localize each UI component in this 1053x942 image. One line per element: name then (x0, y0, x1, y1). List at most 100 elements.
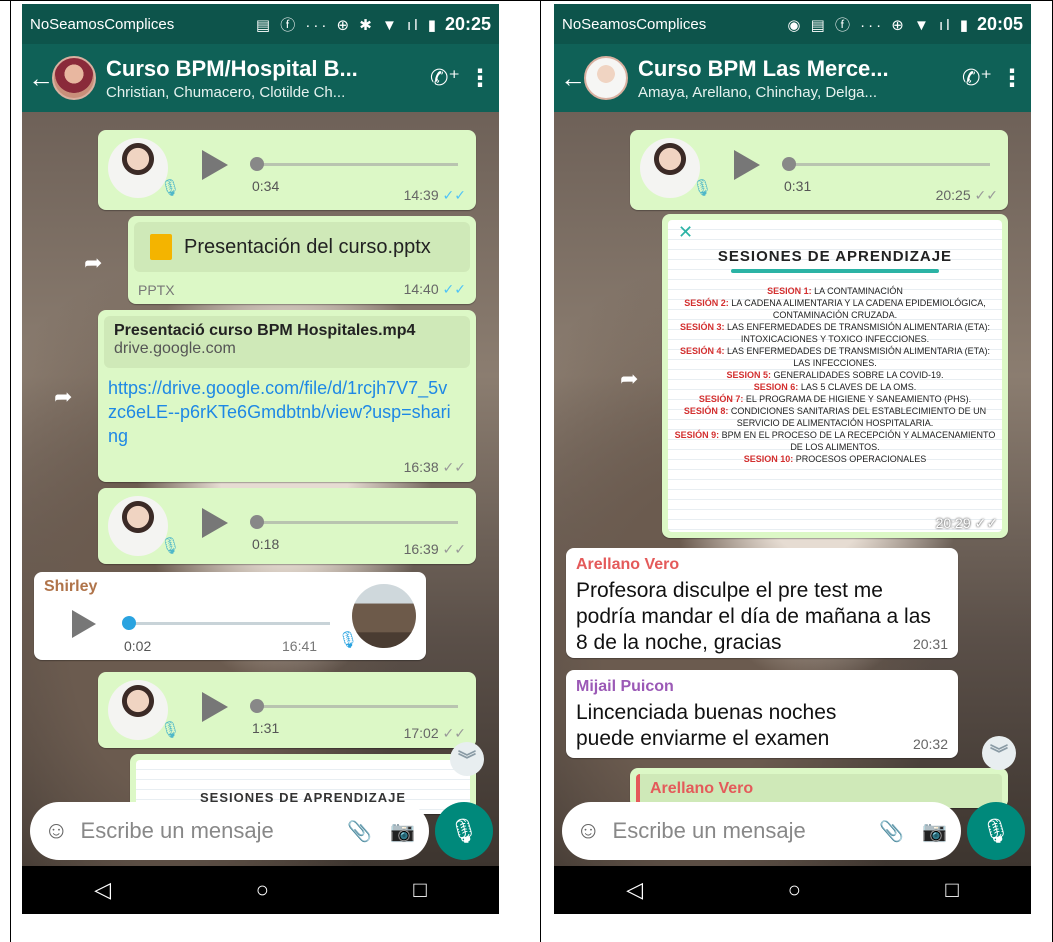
scroll-down-icon[interactable]: ︾ (450, 742, 484, 776)
audio-scrubber[interactable] (122, 616, 136, 630)
file-message[interactable]: Presentación del curso.pptx PPTX 14:40 ✓… (128, 216, 476, 304)
audio-scrubber[interactable] (250, 515, 264, 529)
mic-button[interactable]: 🎙 (435, 802, 493, 860)
audio-scrubber[interactable] (782, 157, 796, 171)
audio-duration: 0:31 (784, 178, 812, 194)
session-text: LA CONTAMINACIÓN (814, 286, 903, 296)
session-item: SESIÓN 3: LAS ENFERMEDADES DE TRANSMISIÓ… (674, 321, 996, 345)
sender-name: Shirley (44, 578, 98, 595)
delivered-ticks-icon: ✓✓ (442, 725, 466, 741)
audio-track[interactable] (252, 705, 458, 708)
forward-icon[interactable]: ➦ (84, 250, 102, 276)
scroll-down-icon[interactable]: ︾ (982, 736, 1016, 770)
chat-area[interactable]: 🎙 0:31 20:25 ✓✓ ➦ ✕ SESIONES DE APRENDIZ… (554, 112, 1031, 866)
group-avatar[interactable] (584, 56, 628, 100)
add-call-icon[interactable]: ✆⁺ (955, 65, 999, 91)
chat-title-block[interactable]: Curso BPM/Hospital B... Christian, Chuma… (106, 56, 423, 101)
more-options-icon[interactable]: ⋮ (999, 64, 1025, 93)
voice-message[interactable]: 🎙 1:31 17:02 ✓✓ (98, 672, 476, 748)
carrier-label: NoSeamosComplices (30, 15, 175, 33)
file-card[interactable]: Presentación del curso.pptx (134, 222, 470, 272)
message-placeholder: Escribe un mensaje (612, 818, 806, 843)
status-bar: NoSeamosComplices ◉ ▤ ⓕ ··· ⊕ ▼ ıl ▮ 20:… (554, 4, 1031, 44)
back-arrow-icon[interactable]: ← (28, 63, 54, 94)
mic-icon: 🎙 (160, 722, 181, 739)
home-nav-icon[interactable]: ○ (256, 877, 269, 903)
session-label: SESIÓN 3: (679, 322, 727, 332)
camera-icon[interactable]: 📷 (922, 819, 947, 844)
mic-icon: 🎙 (980, 817, 1012, 845)
sender-avatar (108, 680, 168, 740)
sender-avatar (108, 496, 168, 556)
session-item: SESION 10: PROCESOS OPERACIONALES (674, 453, 996, 465)
message-input[interactable]: ☺ Escribe un mensaje 📎 📷 (30, 802, 429, 860)
chat-title-block[interactable]: Curso BPM Las Merce... Amaya, Arellano, … (638, 56, 955, 101)
status-icons: ◉ ▤ ⓕ ··· ⊕ ▼ ıl ▮ (787, 16, 971, 34)
session-item: SESION 6: LAS 5 CLAVES DE LA OMS. (674, 381, 996, 393)
session-label: SESION 1: (767, 286, 815, 296)
recents-nav-icon[interactable]: □ (945, 877, 958, 903)
message-time: 17:02 ✓✓ (403, 725, 466, 741)
play-icon[interactable] (202, 508, 228, 538)
incoming-text-message[interactable]: Mijail Puicon Lincenciada buenas noches … (566, 670, 958, 758)
group-avatar[interactable] (52, 56, 96, 100)
forward-icon[interactable]: ➦ (620, 366, 638, 392)
message-input[interactable]: ☺ Escribe un mensaje 📎 📷 (562, 802, 961, 860)
message-text: Lincenciada buenas noches puede enviarme… (576, 701, 837, 750)
emoji-icon[interactable]: ☺ (576, 817, 601, 845)
session-text: PROCESOS OPERACIONALES (795, 454, 927, 464)
more-options-icon[interactable]: ⋮ (467, 64, 493, 93)
back-nav-icon[interactable]: ◁ (94, 877, 111, 903)
link-message[interactable]: Presentació curso BPM Hospitales.mp4 dri… (98, 310, 476, 482)
session-text: BPM EN EL PROCESO DE LA RECEPCIÓN Y ALMA… (721, 430, 996, 452)
voice-message[interactable]: 🎙 0:34 14:39 ✓✓ (98, 130, 476, 210)
title-underline (731, 269, 939, 273)
image-message[interactable]: ✕ SESIONES DE APRENDIZAJE SESION 1: LA C… (662, 214, 1008, 538)
audio-track[interactable] (252, 521, 458, 524)
back-arrow-icon[interactable]: ← (560, 63, 586, 94)
link-url[interactable]: https://drive.google.com/file/d/1rcjh7V7… (108, 376, 452, 448)
mic-icon: 🎙 (160, 180, 181, 197)
session-item: SESIÓN 4: LAS ENFERMEDADES DE TRANSMISIÓ… (674, 345, 996, 369)
message-time: 14:40 ✓✓ (403, 281, 466, 297)
back-nav-icon[interactable]: ◁ (626, 877, 643, 903)
session-label: SESION 10: (743, 454, 796, 464)
session-list: SESION 1: LA CONTAMINACIÓN SESIÓN 2: LA C… (668, 285, 1002, 465)
home-nav-icon[interactable]: ○ (788, 877, 801, 903)
frame-border-top (0, 0, 1053, 1)
sender-avatar (640, 138, 700, 198)
session-label: SESIÓN 8: (683, 406, 731, 416)
audio-track[interactable] (252, 163, 458, 166)
audio-track[interactable] (124, 622, 330, 625)
add-call-icon[interactable]: ✆⁺ (423, 65, 467, 91)
play-icon[interactable] (734, 150, 760, 180)
audio-duration: 0:02 (124, 638, 152, 654)
incoming-voice-message[interactable]: Shirley 0:02 16:41 🎙 (34, 572, 426, 660)
file-name: Presentación del curso.pptx (184, 235, 431, 258)
voice-message[interactable]: 🎙 0:18 16:39 ✓✓ (98, 488, 476, 564)
play-icon[interactable] (202, 692, 228, 722)
document-image[interactable]: ✕ SESIONES DE APRENDIZAJE SESION 1: LA C… (668, 220, 1002, 532)
session-item: SESIÓN 9: BPM EN EL PROCESO DE LA RECEPC… (674, 429, 996, 453)
camera-icon[interactable]: 📷 (390, 819, 415, 844)
link-preview[interactable]: Presentació curso BPM Hospitales.mp4 dri… (104, 316, 470, 368)
emoji-icon[interactable]: ☺ (44, 817, 69, 845)
voice-message[interactable]: 🎙 0:31 20:25 ✓✓ (630, 130, 1008, 210)
play-icon[interactable] (72, 610, 96, 638)
sender-name: Arellano Vero (576, 556, 680, 573)
message-time: 20:29 ✓✓ (935, 515, 998, 531)
incoming-text-message[interactable]: Arellano Vero Profesora disculpe el pre … (566, 548, 958, 658)
mic-button[interactable]: 🎙 (967, 802, 1025, 860)
delivered-ticks-icon: ✓✓ (974, 187, 998, 203)
attach-icon[interactable]: 📎 (347, 819, 372, 844)
play-icon[interactable] (202, 150, 228, 180)
nav-bar: ◁ ○ □ (554, 866, 1031, 914)
audio-scrubber[interactable] (250, 699, 264, 713)
attach-icon[interactable]: 📎 (879, 819, 904, 844)
audio-scrubber[interactable] (250, 157, 264, 171)
forward-icon[interactable]: ➦ (54, 384, 72, 410)
audio-track[interactable] (784, 163, 990, 166)
session-label: SESION 6: (753, 382, 801, 392)
recents-nav-icon[interactable]: □ (413, 877, 426, 903)
chat-area[interactable]: 🎙 0:34 14:39 ✓✓ ➦ Presentación del curso… (22, 112, 499, 866)
